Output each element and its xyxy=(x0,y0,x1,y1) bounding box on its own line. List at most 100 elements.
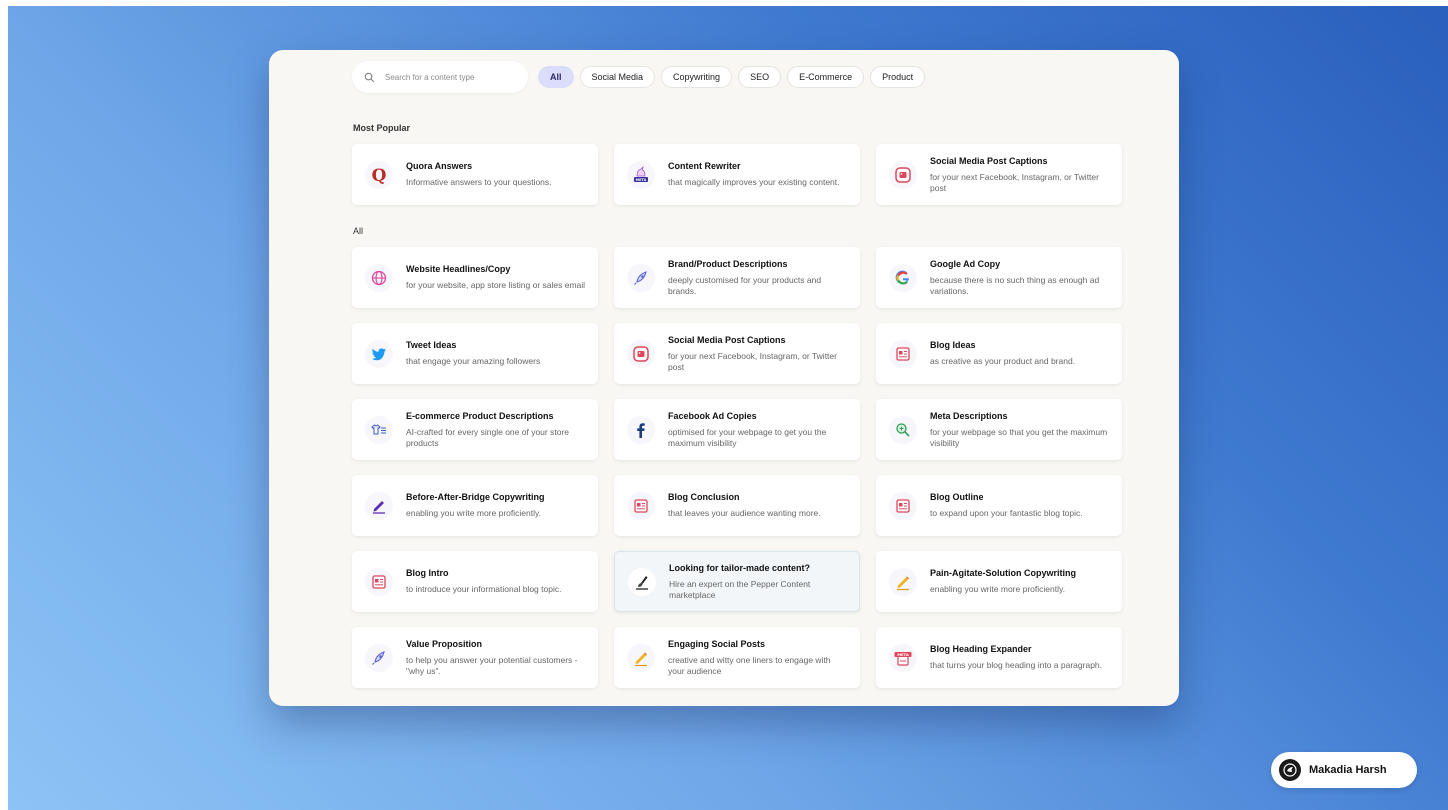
content-type-card[interactable]: Tweet Ideas that engage your amazing foll… xyxy=(352,323,598,384)
card-description: that engage your amazing followers xyxy=(406,356,541,366)
content-type-card[interactable]: Q Quora Answers Informative answers to you… xyxy=(352,144,598,205)
content-type-picker-window: AllSocial MediaCopywritingSEOE-CommerceP… xyxy=(269,50,1179,706)
author-badge[interactable]: Makadia Harsh xyxy=(1271,752,1417,788)
content-type-card[interactable]: Engaging Social Posts creative and witty … xyxy=(614,627,860,688)
filter-bar: AllSocial MediaCopywritingSEOE-CommerceP… xyxy=(352,61,931,93)
card-description: as creative as your product and brand. xyxy=(930,356,1076,366)
card-description: to help you answer your potential custom… xyxy=(406,654,578,676)
shirt-list-icon xyxy=(365,415,393,444)
card-text: Content Rewriter that magically improves … xyxy=(668,161,848,188)
pencil-icon xyxy=(889,567,917,596)
svg-text:Q: Q xyxy=(372,166,387,184)
search-box[interactable] xyxy=(352,61,528,93)
content-type-card[interactable]: Blog Intro to introduce your informationa… xyxy=(352,551,598,612)
filter-chip-seo[interactable]: SEO xyxy=(738,66,782,88)
quora-icon: Q xyxy=(365,160,393,189)
content-type-card[interactable]: Blog Outline to expand upon your fantasti… xyxy=(876,475,1122,536)
card-title: Looking for tailor-made content? xyxy=(669,562,810,573)
card-title: Social Media Post Captions xyxy=(668,334,786,345)
card-description: AI-crafted for every single one of your … xyxy=(406,426,569,448)
card-text: Blog Intro to introduce your informationa… xyxy=(406,568,586,595)
card-text: Quora Answers Informative answers to your… xyxy=(406,161,586,188)
card-description: Informative answers to your questions. xyxy=(406,177,552,187)
svg-text:META: META xyxy=(897,652,909,657)
card-text: Meta Descriptions for your webpage so tha… xyxy=(930,411,1110,449)
card-text: Pain-Agitate-Solution Copywriting enablin… xyxy=(930,568,1110,595)
dove-icon xyxy=(1283,763,1297,777)
card-text: Blog Outline to expand upon your fantasti… xyxy=(930,492,1110,519)
filter-chip-all[interactable]: All xyxy=(538,66,574,88)
rocket-icon xyxy=(627,263,655,292)
card-text: Blog Conclusion that leaves your audience… xyxy=(668,492,848,519)
content-type-card[interactable]: Website Headlines/Copy for your website, … xyxy=(352,247,598,308)
card-description: deeply customised for your products and … xyxy=(668,274,822,296)
svg-text:META: META xyxy=(636,178,647,182)
card-title: Social Media Post Captions xyxy=(930,155,1048,166)
content-type-card[interactable]: Blog Conclusion that leaves your audience… xyxy=(614,475,860,536)
card-text: Blog Ideas as creative as your product an… xyxy=(930,340,1110,367)
content-type-card[interactable]: META Blog Heading Expander that turns your… xyxy=(876,627,1122,688)
content-type-card[interactable]: Google Ad Copy because there is no such t… xyxy=(876,247,1122,308)
card-title: Blog Heading Expander xyxy=(930,644,1032,654)
author-avatar xyxy=(1279,759,1301,781)
content-type-card[interactable]: Pain-Agitate-Solution Copywriting enablin… xyxy=(876,551,1122,612)
pencil-icon xyxy=(627,643,655,672)
card-description: to expand upon your fantastic blog topic… xyxy=(930,508,1083,518)
card-description: because there is no such thing as enough… xyxy=(930,274,1100,296)
content-type-card[interactable]: Brand/Product Descriptions deeply customi… xyxy=(614,247,860,308)
card-title: Content Rewriter xyxy=(668,161,741,171)
frame-left-edge xyxy=(0,0,8,810)
unicorn-meta-icon: META xyxy=(627,160,655,189)
content-type-card[interactable]: Blog Ideas as creative as your product an… xyxy=(876,323,1122,384)
card-title: Facebook Ad Copies xyxy=(668,410,757,421)
content-type-card[interactable]: E-commerce Product Descriptions AI-crafte… xyxy=(352,399,598,460)
card-title: Engaging Social Posts xyxy=(668,638,766,649)
filter-chip-product[interactable]: Product xyxy=(870,66,926,88)
card-text: Tweet Ideas that engage your amazing foll… xyxy=(406,340,586,367)
content-type-card[interactable]: Value Proposition to help you answer your… xyxy=(352,627,598,688)
card-title: Brand/Product Descriptions xyxy=(668,258,788,269)
card-title: Before-After-Bridge Copywriting xyxy=(406,492,545,502)
image-post-icon xyxy=(889,160,917,189)
globe-icon xyxy=(365,263,393,292)
blog-icon xyxy=(889,491,917,520)
card-text: Blog Heading Expander that turns your blo… xyxy=(930,644,1110,671)
frame-top-edge xyxy=(0,0,1448,6)
card-text: Engaging Social Posts creative and witty … xyxy=(668,639,848,677)
google-icon xyxy=(889,263,917,292)
author-name: Makadia Harsh xyxy=(1309,764,1387,776)
filter-chip-copywriting[interactable]: Copywriting xyxy=(661,66,733,88)
content-type-card[interactable]: Meta Descriptions for your webpage so tha… xyxy=(876,399,1122,460)
card-description: creative and witty one liners to engage … xyxy=(668,654,831,676)
filter-chip-social-media[interactable]: Social Media xyxy=(579,66,656,88)
card-description: that turns your blog heading into a para… xyxy=(930,660,1103,670)
card-description: that leaves your audience wanting more. xyxy=(668,508,821,518)
card-description: enabling you write more proficiently. xyxy=(930,584,1065,594)
card-title: Meta Descriptions xyxy=(930,410,1008,421)
card-title: Blog Intro xyxy=(406,568,449,578)
card-description: enabling you write more proficiently. xyxy=(406,508,541,518)
content-type-card[interactable]: Facebook Ad Copies optimised for your web… xyxy=(614,399,860,460)
card-title: Blog Conclusion xyxy=(668,492,740,502)
pen-icon xyxy=(365,491,393,520)
card-description: Hire an expert on the Pepper Content mar… xyxy=(669,578,811,600)
blog-icon xyxy=(889,339,917,368)
facebook-icon xyxy=(627,415,655,444)
magnifier-icon xyxy=(889,415,917,444)
rocket-icon xyxy=(365,643,393,672)
search-input[interactable] xyxy=(385,72,505,82)
card-text: Website Headlines/Copy for your website, … xyxy=(406,264,586,291)
meta-blog-icon: META xyxy=(889,643,917,672)
card-title: Website Headlines/Copy xyxy=(406,264,511,274)
content-type-card[interactable]: Social Media Post Captions for your next … xyxy=(876,144,1122,205)
card-description: for your webpage so that you get the max… xyxy=(930,426,1108,448)
filter-chip-e-commerce[interactable]: E-Commerce xyxy=(787,66,865,88)
card-description: for your next Facebook, Instagram, or Tw… xyxy=(930,171,1099,193)
content-type-card[interactable]: META Content Rewriter that magically impro… xyxy=(614,144,860,205)
card-title: Blog Ideas xyxy=(930,340,976,350)
content-type-card[interactable]: Before-After-Bridge Copywriting enabling … xyxy=(352,475,598,536)
content-type-card[interactable]: Social Media Post Captions for your next … xyxy=(614,323,860,384)
card-description: for your website, app store listing or s… xyxy=(406,280,586,290)
card-text: Social Media Post Captions for your next … xyxy=(930,156,1110,194)
hire-expert-card[interactable]: Looking for tailor-made content? Hire an … xyxy=(614,551,860,612)
